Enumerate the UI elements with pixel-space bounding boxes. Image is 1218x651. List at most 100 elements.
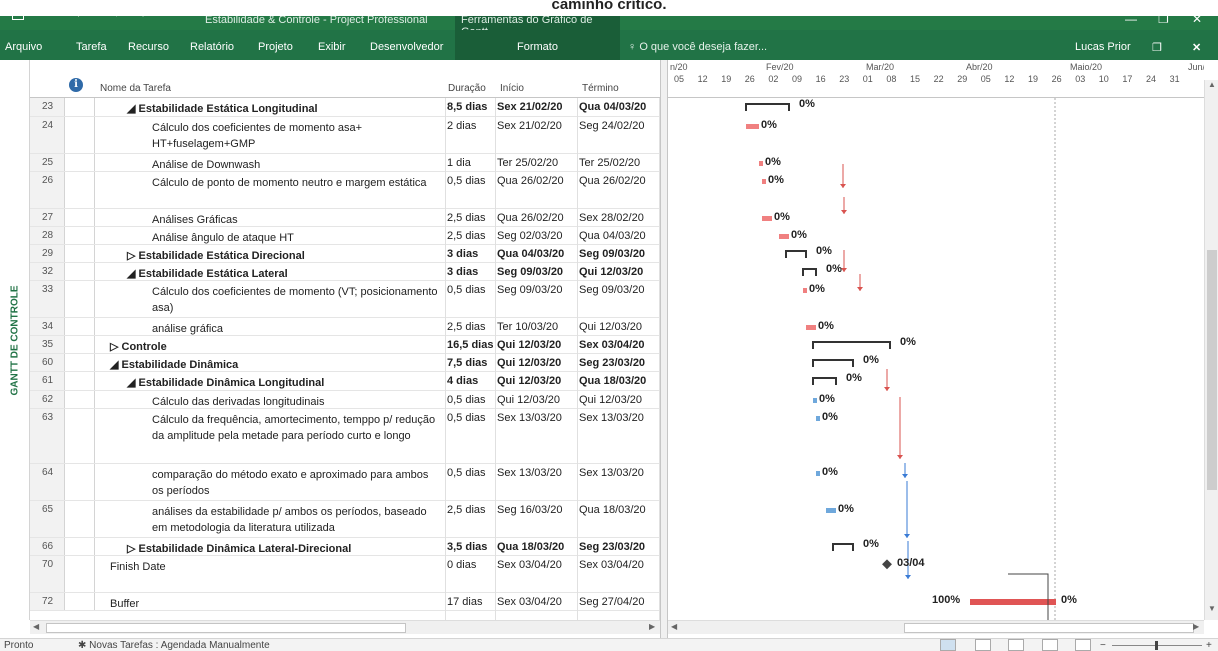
task-id[interactable]: 62 (30, 391, 65, 408)
col-duration-header[interactable]: Duração (448, 83, 486, 94)
col-finish-header[interactable]: Término (582, 83, 619, 94)
task-id[interactable]: 66 (30, 538, 65, 555)
task-start[interactable]: Qua 26/02/20 (497, 212, 579, 224)
task-bar[interactable] (816, 471, 820, 476)
close-doc-icon[interactable]: ✕ (1192, 41, 1201, 54)
task-name[interactable]: Cálculo da frequência, amortecimento, te… (152, 412, 439, 444)
zoom-out-icon[interactable]: − (1100, 640, 1106, 651)
task-finish[interactable]: Sex 03/04/20 (579, 559, 659, 571)
task-finish[interactable]: Sex 13/03/20 (579, 467, 659, 479)
task-start[interactable]: Seg 02/03/20 (497, 230, 579, 242)
team-planner-icon[interactable] (1008, 639, 1024, 651)
tab-projeto[interactable]: Projeto (258, 41, 293, 53)
task-row[interactable]: 61 ◢ Estabilidade Dinâmica Longitudinal 4 … (30, 372, 660, 391)
buffer-bar[interactable] (970, 599, 1056, 605)
task-name[interactable]: ▷ Estabilidade Estática Direcional (127, 248, 439, 264)
task-duration[interactable]: 0,5 dias (447, 284, 495, 296)
task-id[interactable]: 27 (30, 209, 65, 226)
task-finish[interactable]: Seg 24/02/20 (579, 120, 659, 132)
task-id[interactable]: 26 (30, 172, 65, 208)
summary-bar[interactable] (832, 543, 854, 551)
tab-tarefa[interactable]: Tarefa (76, 41, 107, 53)
task-row[interactable]: 23 ◢ Estabilidade Estática Longitudinal 8,… (30, 98, 660, 117)
task-name[interactable]: Cálculo dos coeficientes de momento (VT;… (152, 284, 439, 316)
task-duration[interactable]: 7,5 dias (447, 357, 495, 369)
task-row[interactable]: 35 ▷ Controle 16,5 dias Qui 12/03/20 Sex 03/… (30, 336, 660, 354)
task-duration[interactable]: 0,5 dias (447, 412, 495, 424)
task-row[interactable]: 27 Análises Gráficas 2,5 dias Qua 26/02/20 S… (30, 209, 660, 227)
task-id[interactable]: 25 (30, 154, 65, 171)
task-row[interactable]: 63 Cálculo da frequência, amortecimento, … (30, 409, 660, 464)
task-bar[interactable] (759, 161, 763, 166)
task-duration[interactable]: 3 dias (447, 248, 495, 260)
task-name[interactable]: comparação do método exato e aproximado … (152, 467, 439, 499)
task-name[interactable]: ◢ Estabilidade Dinâmica Longitudinal (127, 375, 439, 391)
task-duration[interactable]: 1 dia (447, 157, 495, 169)
task-finish[interactable]: Qui 12/03/20 (579, 266, 659, 278)
task-finish[interactable]: Qua 18/03/20 (579, 375, 659, 387)
task-start[interactable]: Qui 12/03/20 (497, 339, 579, 351)
report-view-icon[interactable] (1075, 639, 1091, 651)
task-bar[interactable] (762, 216, 772, 221)
task-duration[interactable]: 0,5 dias (447, 394, 495, 406)
scroll-thumb[interactable] (46, 623, 406, 633)
task-id[interactable]: 65 (30, 501, 65, 537)
tell-me-input[interactable]: ♀ O que você deseja fazer... (628, 41, 767, 53)
task-id[interactable]: 28 (30, 227, 65, 244)
task-start[interactable]: Qua 26/02/20 (497, 175, 579, 187)
vertical-scrollbar[interactable]: ▲ ▼ (1204, 80, 1218, 620)
task-finish[interactable]: Qui 12/03/20 (579, 321, 659, 333)
task-duration[interactable]: 2,5 dias (447, 321, 495, 333)
task-name[interactable]: análises da estabilidade p/ ambos os per… (152, 504, 439, 536)
task-finish[interactable]: Sex 28/02/20 (579, 212, 659, 224)
task-row[interactable]: 60 ◢ Estabilidade Dinâmica 7,5 dias Qui 12/… (30, 354, 660, 372)
task-finish[interactable]: Seg 23/03/20 (579, 357, 659, 369)
task-id[interactable]: 32 (30, 263, 65, 280)
task-id[interactable]: 70 (30, 556, 65, 592)
task-name[interactable]: ◢ Estabilidade Estática Longitudinal (127, 101, 439, 117)
task-duration[interactable]: 2,5 dias (447, 504, 495, 516)
scroll-left-icon[interactable]: ◀ (33, 622, 39, 631)
task-finish[interactable]: Sex 03/04/20 (579, 339, 659, 351)
task-row[interactable]: 66 ▷ Estabilidade Dinâmica Lateral-Direci… (30, 538, 660, 556)
task-row[interactable]: 62 Cálculo das derivadas longitudinais 0,5… (30, 391, 660, 409)
task-id[interactable]: 29 (30, 245, 65, 262)
task-row[interactable]: 64 comparação do método exato e aproximad… (30, 464, 660, 501)
task-id[interactable]: 34 (30, 318, 65, 335)
task-name[interactable]: Cálculo das derivadas longitudinais (152, 394, 439, 410)
scroll-down-icon[interactable]: ▼ (1205, 604, 1218, 618)
task-start[interactable]: Qui 12/03/20 (497, 394, 579, 406)
scroll-right-icon[interactable]: ▶ (649, 622, 655, 631)
tab-exibir[interactable]: Exibir (318, 41, 346, 53)
task-start[interactable]: Ter 10/03/20 (497, 321, 579, 333)
col-name-header[interactable]: Nome da Tarefa (100, 83, 171, 94)
task-row[interactable]: 26 Cálculo de ponto de momento neutro e m… (30, 172, 660, 209)
tab-relatorio[interactable]: Relatório (190, 41, 234, 53)
col-start-header[interactable]: Início (500, 83, 524, 94)
task-id[interactable]: 72 (30, 593, 65, 610)
scroll-thumb[interactable] (1207, 250, 1217, 490)
task-duration[interactable]: 0 dias (447, 559, 495, 571)
task-id[interactable]: 61 (30, 372, 65, 390)
task-id[interactable]: 24 (30, 117, 65, 153)
scroll-left-icon[interactable]: ◀ (671, 622, 677, 631)
task-bar[interactable] (779, 234, 789, 239)
scroll-thumb[interactable] (904, 623, 1194, 633)
milestone-marker[interactable] (882, 559, 892, 570)
task-row[interactable]: 65 análises da estabilidade p/ ambos os p… (30, 501, 660, 538)
task-name[interactable]: análise gráfica (152, 321, 439, 337)
summary-bar[interactable] (745, 103, 790, 111)
task-row[interactable]: 28 Análise ângulo de ataque HT 2,5 dias Seg… (30, 227, 660, 245)
summary-bar[interactable] (812, 341, 891, 349)
zoom-in-icon[interactable]: + (1206, 640, 1212, 651)
task-name[interactable]: ◢ Estabilidade Estática Lateral (127, 266, 439, 282)
usage-view-icon[interactable] (975, 639, 991, 651)
task-bar[interactable] (813, 398, 817, 403)
task-row[interactable]: 33 Cálculo dos coeficientes de momento (V… (30, 281, 660, 318)
task-duration[interactable]: 16,5 dias (447, 339, 495, 351)
tab-desenvolvedor[interactable]: Desenvolvedor (370, 41, 443, 53)
task-finish[interactable]: Ter 25/02/20 (579, 157, 659, 169)
view-bar[interactable]: GANTT DE CONTROLE (0, 60, 30, 620)
task-duration[interactable]: 0,5 dias (447, 175, 495, 187)
task-row[interactable]: 25 Análise de Downwash 1 dia Ter 25/02/20 Te… (30, 154, 660, 172)
